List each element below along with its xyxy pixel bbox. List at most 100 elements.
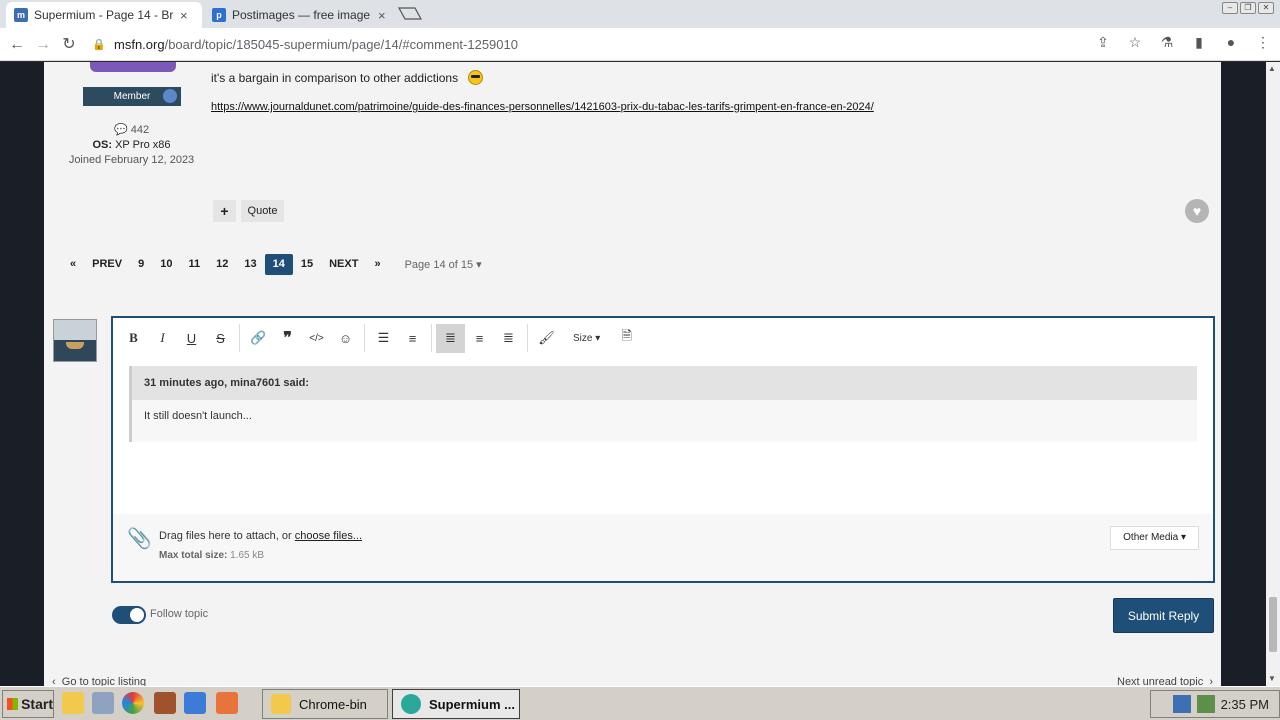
folder-icon[interactable]	[62, 692, 84, 714]
scroll-up-icon[interactable]: ▲	[1268, 64, 1276, 73]
italic-button[interactable]: I	[148, 324, 177, 353]
page-link-12[interactable]: 12	[208, 254, 236, 275]
next-unread-topic-link[interactable]: Next unread topic ›	[1117, 676, 1213, 686]
bold-button[interactable]: B	[119, 324, 148, 353]
post-link[interactable]: https://www.journaldunet.com/patrimoine/…	[211, 101, 874, 113]
task-label: Supermium ...	[429, 696, 515, 712]
strikethrough-button[interactable]: S	[206, 324, 235, 353]
scrollbar-thumb[interactable]	[1269, 597, 1277, 652]
emoji-icon[interactable]: ☺	[331, 324, 360, 353]
page-link-10[interactable]: 10	[152, 254, 180, 275]
volume-icon[interactable]	[1196, 695, 1215, 713]
attachment-area[interactable]: 📎 Drag files here to attach, or choose f…	[113, 514, 1213, 581]
reload-icon[interactable]: ↻	[58, 34, 80, 56]
minimize-icon[interactable]: –	[1222, 2, 1238, 14]
tab-title: Supermium - Page 14 - Brow	[34, 8, 174, 22]
first-page-link[interactable]: «	[62, 254, 84, 275]
extension-icon[interactable]: ⚗	[1158, 34, 1176, 51]
font-size-dropdown[interactable]: Size ▾	[561, 333, 612, 344]
page-jump-dropdown[interactable]: Page 14 of 15 ▾	[405, 258, 482, 271]
os-label: OS:	[92, 139, 113, 151]
page-link-13[interactable]: 13	[236, 254, 264, 275]
like-heart-icon[interactable]: ♥	[1185, 199, 1209, 223]
paperclip-icon: 📎	[127, 528, 152, 550]
choose-files-link[interactable]: choose files...	[295, 530, 362, 542]
go-to-topic-listing-link[interactable]: ‹ Go to topic listing	[52, 676, 146, 686]
quote-icon[interactable]: ❞	[273, 324, 302, 353]
notepad-icon[interactable]	[92, 692, 114, 714]
scroll-down-icon[interactable]: ▼	[1268, 674, 1276, 683]
folder-icon	[271, 694, 291, 714]
tools-app-icon[interactable]	[216, 692, 238, 714]
align-left-icon[interactable]: ≣	[436, 323, 465, 353]
task-label: Chrome-bin	[299, 696, 367, 712]
tab-postimages[interactable]: p Postimages — free image hos ×	[204, 2, 394, 28]
back-arrow-icon[interactable]: ←	[6, 34, 28, 56]
close-icon[interactable]: ×	[180, 8, 188, 23]
start-button[interactable]: Start	[2, 690, 54, 718]
next-page-link[interactable]: NEXT	[321, 254, 366, 275]
sidepanel-icon[interactable]: ▮	[1190, 34, 1208, 51]
author-avatar[interactable]	[90, 62, 176, 72]
toolbar-icons: ⇪ ☆ ⚗ ▮ ● ⋮	[1094, 34, 1272, 51]
caret-down-icon: ▾	[476, 258, 482, 271]
page-link-15[interactable]: 15	[293, 254, 321, 275]
member-badge: Member	[83, 87, 181, 106]
raccoon-app-icon[interactable]	[154, 692, 176, 714]
page-link-9[interactable]: 9	[130, 254, 152, 275]
other-media-button[interactable]: Other Media ▾	[1110, 526, 1199, 550]
pagination: « PREV 9 10 11 12 13 14 15 NEXT » Page 1…	[62, 253, 482, 275]
bullet-list-icon[interactable]: ☰	[369, 324, 398, 353]
quote-text: It still doesn't launch...	[144, 410, 252, 422]
clock: 2:35 PM	[1220, 696, 1269, 712]
chrome-icon[interactable]	[122, 692, 144, 714]
close-icon[interactable]: ×	[378, 8, 386, 23]
follow-topic-label: Follow topic	[150, 608, 209, 620]
page-scrollbar[interactable]: ▲ ▼	[1266, 62, 1280, 686]
tab-title: Postimages — free image hos	[232, 8, 372, 22]
system-tray: 2:35 PM	[1150, 690, 1280, 718]
task-chrome-bin[interactable]: Chrome-bin	[262, 689, 388, 719]
quote-button[interactable]: Quote	[241, 200, 284, 222]
max-size-label: Max total size:	[159, 550, 228, 561]
post-count: 💬 442	[44, 123, 219, 136]
size-label: Size	[573, 332, 593, 344]
windows-taskbar: Start Chrome-bin Supermium ... 2:35 PM	[0, 686, 1280, 720]
member-rank-icon	[163, 89, 177, 103]
source-document-icon[interactable]: 🗎	[612, 324, 641, 353]
post-body: it's a bargain in comparison to other ad…	[211, 70, 484, 85]
url-path: /board/topic/185045-supermium/page/14/#c…	[164, 37, 518, 52]
multiquote-plus-button[interactable]: +	[213, 200, 236, 222]
share-icon[interactable]: ⇪	[1094, 34, 1112, 51]
align-center-icon[interactable]: ≡	[465, 324, 494, 353]
profile-icon[interactable]: ●	[1222, 34, 1240, 51]
code-icon[interactable]: </>	[302, 324, 331, 353]
omnibox[interactable]: 🔒 msfn.org/board/topic/185045-supermium/…	[86, 32, 1166, 57]
last-page-link[interactable]: »	[366, 254, 388, 275]
new-tab-icon[interactable]	[398, 6, 422, 20]
reply-editor[interactable]: B I U S 🔗 ❞ </> ☺ ☰ ≡ ≣ ≡ ≣ 🖌 Size ▾ 🗎 3…	[111, 316, 1215, 583]
network-icon[interactable]	[1172, 695, 1191, 713]
close-window-icon[interactable]: ✕	[1258, 2, 1274, 14]
toolbar-divider	[527, 324, 528, 352]
task-supermium[interactable]: Supermium ...	[392, 689, 520, 719]
submit-reply-button[interactable]: Submit Reply	[1113, 598, 1214, 633]
page-link-11[interactable]: 11	[180, 254, 208, 275]
restore-icon[interactable]: ❐	[1240, 2, 1256, 14]
tab-supermium[interactable]: m Supermium - Page 14 - Brow ×	[6, 2, 202, 28]
follow-topic-toggle[interactable]	[112, 606, 146, 624]
postimages-favicon-icon: p	[212, 8, 226, 22]
forward-arrow-icon[interactable]: →	[32, 34, 54, 56]
align-right-icon[interactable]: ≣	[494, 324, 523, 353]
url-text[interactable]: msfn.org/board/topic/185045-supermium/pa…	[114, 37, 518, 52]
bookmark-star-icon[interactable]: ☆	[1126, 34, 1144, 51]
underline-button[interactable]: U	[177, 324, 206, 353]
numbered-list-icon[interactable]: ≡	[398, 324, 427, 353]
page-link-current[interactable]: 14	[264, 253, 293, 275]
prev-page-link[interactable]: PREV	[84, 254, 130, 275]
link-icon[interactable]: 🔗	[244, 324, 273, 353]
butterfly-app-icon[interactable]	[184, 692, 206, 714]
menu-kebab-icon[interactable]: ⋮	[1254, 34, 1272, 51]
user-avatar[interactable]	[53, 319, 97, 362]
text-color-brush-icon[interactable]: 🖌	[532, 324, 561, 353]
